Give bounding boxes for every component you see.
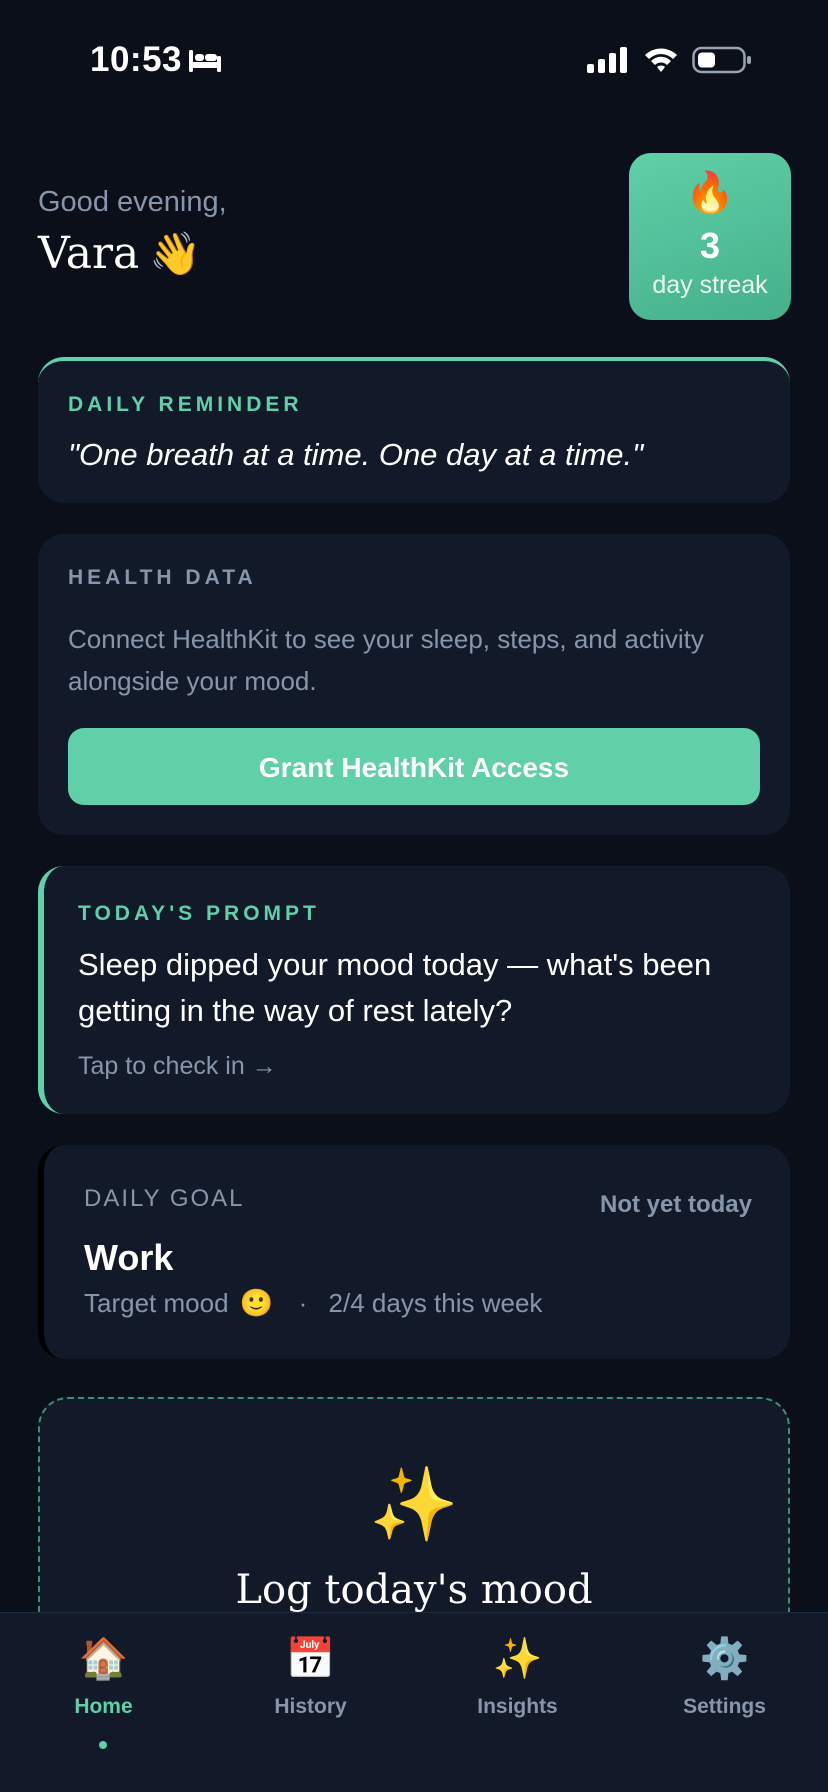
calendar-icon: 📅 — [285, 1637, 336, 1681]
home-icon: 🏠 — [78, 1637, 129, 1681]
wifi-icon — [645, 48, 677, 72]
battery-icon — [692, 46, 751, 74]
waving-hand-icon: 👋 — [149, 229, 202, 278]
goal-progress: 2/4 days this week — [328, 1288, 543, 1318]
health-description: Connect HealthKit to see your sleep, ste… — [68, 624, 704, 696]
goal-meta: Target mood 🙂 · 2/4 days this week — [84, 1287, 542, 1319]
sparkles-icon: ✨ — [369, 1465, 459, 1545]
sparkles-icon: ✨ — [492, 1637, 543, 1681]
reminder-eyebrow: DAILY REMINDER — [68, 393, 303, 416]
tab-label-insights: Insights — [477, 1695, 558, 1718]
status-time: 10:53 — [90, 40, 183, 79]
goal-label: DAILY GOAL — [84, 1185, 245, 1212]
signal-icon — [587, 47, 627, 73]
goal-title: Work — [84, 1237, 174, 1278]
target-mood-label: Target mood — [84, 1288, 229, 1318]
user-name: Vara — [38, 228, 140, 279]
daily-goal-card[interactable]: DAILY GOAL Not yet today Work Target moo… — [38, 1145, 790, 1359]
tab-home[interactable]: 🏠 Home — [0, 1633, 207, 1749]
home-screen: 10:53 Good evening, Vara 👋 🔥 3 day strea… — [0, 0, 828, 1792]
bed-icon — [189, 50, 221, 72]
flame-icon: 🔥 — [685, 171, 735, 215]
status-bar: 10:53 — [0, 0, 828, 110]
todays-prompt-card[interactable]: TODAY'S PROMPT Sleep dipped your mood to… — [38, 866, 790, 1114]
gear-icon: ⚙️ — [699, 1637, 750, 1681]
tab-label-history: History — [274, 1695, 347, 1718]
goal-status: Not yet today — [599, 1191, 752, 1218]
greeting-name: Vara 👋 — [38, 228, 202, 279]
tab-settings[interactable]: ⚙️ Settings — [621, 1633, 828, 1719]
tab-label-settings: Settings — [683, 1695, 766, 1718]
meta-separator: · — [298, 1288, 308, 1318]
slight-smile-icon: 🙂 — [239, 1288, 274, 1318]
reminder-quote: "One breath at a time. One day at a time… — [68, 437, 644, 472]
tab-insights[interactable]: ✨ Insights — [414, 1633, 621, 1719]
health-data-card: HEALTH DATA Connect HealthKit to see you… — [38, 534, 790, 835]
tab-bar: 🏠 Home 📅 History ✨ Insights ⚙️ Settings — [0, 1612, 828, 1792]
active-tab-indicator — [99, 1741, 107, 1749]
health-eyebrow: HEALTH DATA — [68, 566, 257, 589]
prompt-eyebrow: TODAY'S PROMPT — [78, 902, 320, 925]
grant-healthkit-button[interactable]: Grant HealthKit Access — [68, 728, 760, 805]
streak-card[interactable]: 🔥 3 day streak — [629, 153, 791, 320]
check-in-link[interactable]: Tap to check in → — [78, 1052, 277, 1081]
greeting-label: Good evening, — [38, 186, 227, 218]
streak-count: 3 — [699, 225, 721, 266]
streak-label: day streak — [652, 271, 768, 299]
tab-label-home: Home — [74, 1695, 133, 1718]
log-mood-title: Log today's mood — [235, 1567, 593, 1613]
daily-reminder-card: DAILY REMINDER "One breath at a time. On… — [38, 357, 790, 503]
prompt-text: Sleep dipped your mood today — what's be… — [78, 947, 712, 1028]
tab-history[interactable]: 📅 History — [207, 1633, 414, 1719]
